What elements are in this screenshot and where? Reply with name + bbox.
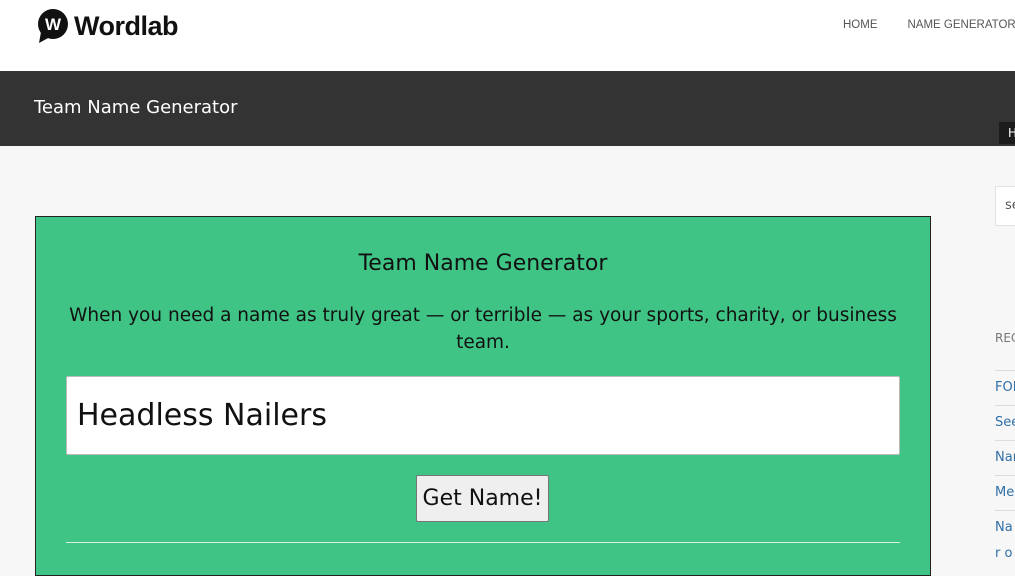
sidebar-list: FOR See Nar Me Nar on (995, 370, 1015, 570)
site-header: W Wordlab HOME NAME GENERATORS (0, 0, 1015, 71)
sidebar-link[interactable]: FOR (995, 370, 1015, 405)
sidebar-link[interactable]: Me (995, 475, 1015, 510)
generator-divider (66, 542, 900, 543)
page-title: Team Name Generator (34, 97, 238, 118)
nav-name-generators[interactable]: NAME GENERATORS (908, 19, 1015, 31)
generator-description: When you need a name as truly great — or… (66, 302, 900, 356)
logo-text: Wordlab (74, 8, 178, 44)
top-nav: HOME NAME GENERATORS (843, 19, 1015, 31)
sidebar-link[interactable]: Nar (995, 440, 1015, 475)
wordlab-logo[interactable]: W Wordlab (35, 8, 178, 44)
sidebar-link[interactable]: Nar on (995, 510, 1015, 570)
sidebar-heading: REC (995, 331, 1015, 345)
svg-text:W: W (45, 15, 62, 34)
generator-box: Team Name Generator When you need a name… (35, 216, 931, 576)
nav-home[interactable]: HOME (843, 19, 878, 31)
speech-bubble-logo-icon: W (35, 8, 71, 44)
generated-name-output: Headless Nailers (66, 376, 900, 455)
title-bar-tab[interactable]: H (999, 122, 1015, 144)
sidebar-link[interactable]: See (995, 405, 1015, 440)
page-title-bar: Team Name Generator (0, 71, 1015, 146)
sidebar-search-input[interactable]: se (995, 186, 1015, 226)
get-name-button[interactable]: Get Name! (416, 475, 549, 522)
generator-title: Team Name Generator (36, 251, 930, 276)
